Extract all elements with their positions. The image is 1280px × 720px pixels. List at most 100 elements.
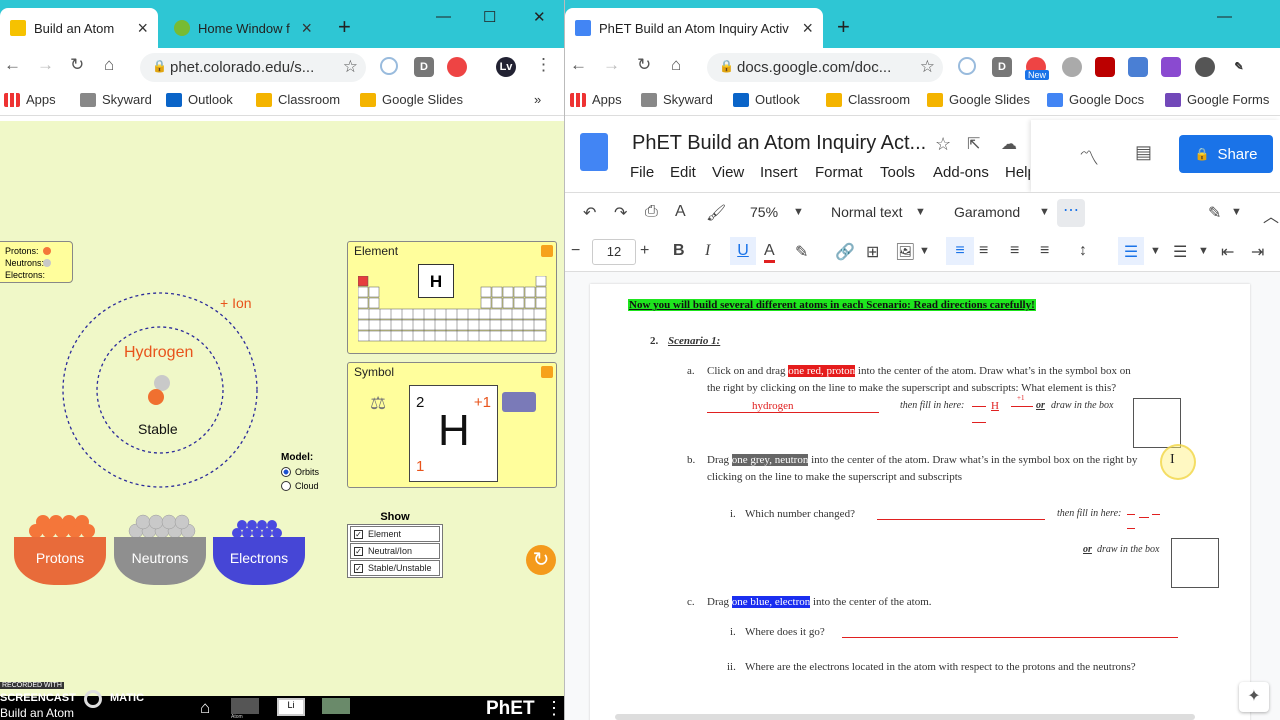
spellcheck-icon[interactable]: A xyxy=(675,203,686,221)
address-bar[interactable]: 🔒 phet.colorado.edu/s... ☆ xyxy=(140,53,366,82)
explore-icon[interactable]: ✦ xyxy=(1239,682,1269,712)
more-toolbar-icon[interactable]: ⋯ xyxy=(1057,199,1085,227)
align-right-icon[interactable]: ≡ xyxy=(1010,242,1019,260)
menu-help[interactable]: Help xyxy=(1005,164,1030,181)
activity-icon[interactable]: 〽 xyxy=(1079,142,1099,171)
menu-file[interactable]: File xyxy=(630,164,654,181)
new-tab-icon[interactable]: + xyxy=(837,14,850,40)
extension-icon[interactable] xyxy=(380,57,398,75)
show-stable-checkbox[interactable]: ✓ Stable/Unstable xyxy=(350,560,440,576)
reload-icon[interactable]: ↻ xyxy=(70,55,84,75)
document-title[interactable]: PhET Build an Atom Inquiry Act... xyxy=(632,132,926,155)
chevron-down-icon[interactable]: ▼ xyxy=(1150,245,1161,257)
forward-icon[interactable]: → xyxy=(37,55,54,75)
italic-icon[interactable]: I xyxy=(705,242,710,260)
extension-d-icon[interactable]: D xyxy=(992,57,1012,77)
home-icon[interactable]: ⌂ xyxy=(671,55,681,75)
font-select[interactable]: Garamond xyxy=(954,204,1020,220)
close-icon[interactable]: × xyxy=(802,18,813,39)
menu-insert[interactable]: Insert xyxy=(760,164,798,181)
minimize-icon[interactable]: — xyxy=(1217,8,1232,25)
justify-icon[interactable]: ≡ xyxy=(1040,242,1049,260)
maximize-icon[interactable]: ☐ xyxy=(483,8,496,26)
close-icon[interactable]: × xyxy=(137,18,148,39)
chevron-down-icon[interactable]: ▼ xyxy=(919,245,930,257)
extension-d-icon[interactable]: D xyxy=(414,57,434,77)
bulleted-list-icon[interactable]: ☰ xyxy=(1173,242,1187,262)
chevron-down-icon[interactable]: ▼ xyxy=(915,206,926,218)
line-spacing-icon[interactable]: ↕ xyxy=(1079,242,1087,260)
tab-phet-inquiry[interactable]: PhET Build an Atom Inquiry Activ × xyxy=(565,8,823,48)
increase-font-icon[interactable]: + xyxy=(640,242,649,260)
home-icon[interactable]: ⌂ xyxy=(200,698,210,718)
close-window-icon[interactable]: ✕ xyxy=(533,8,546,26)
translate-icon[interactable] xyxy=(1128,57,1148,77)
bookmark-google-forms[interactable]: Google Forms xyxy=(1165,92,1269,107)
draw-box-b[interactable] xyxy=(1171,538,1219,588)
home-icon[interactable]: ⌂ xyxy=(104,55,114,75)
bookmark-classroom[interactable]: Classroom xyxy=(826,92,910,107)
decrease-indent-icon[interactable]: ⇤ xyxy=(1221,242,1234,262)
edit-mode-icon[interactable]: ✎ xyxy=(1208,203,1221,223)
model-orbits-radio[interactable]: Orbits xyxy=(281,467,319,477)
extension-pen-icon[interactable]: ✎ xyxy=(1229,57,1249,77)
bold-icon[interactable]: B xyxy=(673,242,685,260)
share-button[interactable]: 🔒 Share xyxy=(1179,135,1273,173)
docs-logo-icon[interactable] xyxy=(580,133,608,171)
chevron-down-icon[interactable]: ▼ xyxy=(793,206,804,218)
underline-icon[interactable]: U xyxy=(730,237,756,265)
bookmarks-overflow[interactable]: » xyxy=(534,92,541,107)
close-icon[interactable]: × xyxy=(301,18,312,39)
back-icon[interactable]: ← xyxy=(570,55,587,75)
bookmark-google-slides[interactable]: Google Slides xyxy=(927,92,1030,107)
collapse-icon[interactable] xyxy=(541,245,553,257)
link-icon[interactable]: 🔗 xyxy=(835,242,855,262)
collapse-menu-icon[interactable]: ︿ xyxy=(1263,203,1279,227)
star-icon[interactable]: ☆ xyxy=(935,134,951,155)
highlight-icon[interactable]: ✎ xyxy=(795,242,808,262)
bookmark-star-icon[interactable]: ☆ xyxy=(343,57,358,77)
show-element-checkbox[interactable]: ✓ Element xyxy=(350,526,440,542)
numbered-list-icon[interactable]: ☰ xyxy=(1118,237,1144,265)
chevron-down-icon[interactable]: ▼ xyxy=(1039,206,1050,218)
profile-avatar[interactable]: Lv xyxy=(496,57,516,77)
bookmark-apps[interactable]: Apps xyxy=(4,92,56,107)
new-tab-icon[interactable]: + xyxy=(338,14,351,40)
back-icon[interactable]: ← xyxy=(4,55,21,75)
undo-icon[interactable]: ↶ xyxy=(583,203,596,223)
electrons-bucket[interactable]: Electrons xyxy=(213,513,305,585)
image-icon[interactable]: 🖼 xyxy=(895,242,915,262)
phet-menu-icon[interactable]: ⋮ xyxy=(545,698,563,719)
bookmark-apps[interactable]: Apps xyxy=(570,92,622,107)
extension-icon[interactable] xyxy=(958,57,976,75)
zoom-select[interactable]: 75% xyxy=(750,204,778,220)
redo-icon[interactable]: ↷ xyxy=(614,203,627,223)
show-neutral-ion-checkbox[interactable]: ✓ Neutral/Ion xyxy=(350,543,440,559)
collapse-icon[interactable] xyxy=(541,366,553,378)
document-page[interactable]: Now you will build several different ato… xyxy=(590,284,1250,720)
bookmark-google-docs[interactable]: Google Docs xyxy=(1047,92,1144,107)
menu-add-ons[interactable]: Add-ons xyxy=(933,164,989,181)
move-folder-icon[interactable]: ⇱ xyxy=(967,134,980,154)
font-size-input[interactable]: 12 xyxy=(592,239,636,265)
comments-icon[interactable]: ▤ xyxy=(1135,142,1152,163)
draw-box-a[interactable] xyxy=(1133,398,1181,448)
text-color-icon[interactable]: A xyxy=(764,242,775,263)
bookmark-skyward[interactable]: Skyward xyxy=(641,92,713,107)
align-left-icon[interactable]: ≡ xyxy=(946,237,974,265)
tab-build-an-atom[interactable]: Build an Atom × xyxy=(0,8,158,48)
decrease-font-icon[interactable]: − xyxy=(571,242,580,260)
tab-home-window[interactable]: Home Window f × xyxy=(164,8,322,48)
reload-icon[interactable]: ↻ xyxy=(637,55,651,75)
bookmark-classroom[interactable]: Classroom xyxy=(256,92,340,107)
forward-icon[interactable]: → xyxy=(603,55,620,75)
model-cloud-radio[interactable]: Cloud xyxy=(281,481,319,491)
menu-view[interactable]: View xyxy=(712,164,744,181)
protons-bucket[interactable]: Protons xyxy=(14,513,106,585)
neutrons-bucket[interactable]: Neutrons xyxy=(114,513,206,585)
increase-indent-icon[interactable]: ⇥ xyxy=(1251,242,1264,262)
ublock-icon[interactable] xyxy=(1095,57,1115,77)
align-center-icon[interactable]: ≡ xyxy=(979,242,988,260)
game-screen-icon[interactable] xyxy=(322,698,350,714)
extension-circle-icon[interactable] xyxy=(1062,57,1082,77)
